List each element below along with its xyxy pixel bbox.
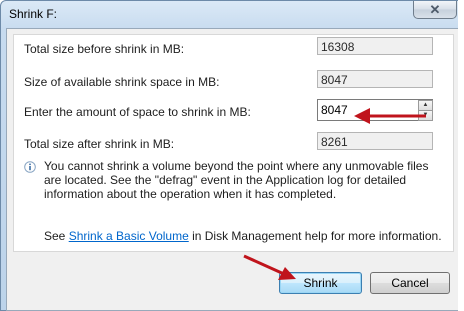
shrink-amount-stepper[interactable]: ▲ ▼ (317, 99, 433, 121)
available-space-value: 8047 (317, 70, 433, 88)
help-prefix: See (44, 229, 69, 243)
total-before-label: Total size before shrink in MB: (24, 42, 185, 56)
total-after-label: Total size after shrink in MB: (24, 137, 175, 151)
help-suffix: in Disk Management help for more informa… (188, 229, 442, 243)
close-button[interactable]: ✕ (413, 1, 457, 19)
help-reference: See Shrink a Basic Volume in Disk Manage… (44, 229, 442, 243)
shrink-info-message: You cannot shrink a volume beyond the po… (44, 159, 429, 201)
shrink-amount-label: Enter the amount of space to shrink in M… (24, 105, 251, 119)
total-before-value: 16308 (317, 37, 433, 55)
shrink-dialog: Shrink F: ✕ Total size before shrink in … (0, 0, 464, 311)
shrink-settings-panel: Total size before shrink in MB: 16308 Si… (13, 34, 454, 252)
screen-edge (458, 0, 464, 311)
stepper-down-button[interactable]: ▼ (418, 110, 433, 121)
dialog-title: Shrink F: (9, 7, 58, 21)
info-icon (24, 161, 36, 173)
shrink-amount-input[interactable] (321, 103, 411, 117)
close-icon: ✕ (429, 1, 441, 17)
stepper-buttons: ▲ ▼ (418, 100, 433, 121)
shrink-button-label: Shrink (303, 276, 338, 290)
cancel-button[interactable]: Cancel (370, 272, 450, 294)
dialog-body: Total size before shrink in MB: 16308 Si… (6, 28, 459, 311)
total-after-value: 8261 (317, 132, 433, 150)
cancel-button-label: Cancel (391, 276, 429, 290)
available-space-label: Size of available shrink space in MB: (24, 75, 220, 89)
help-link[interactable]: Shrink a Basic Volume (69, 229, 189, 243)
title-bar: Shrink F: ✕ (1, 1, 463, 27)
shrink-button[interactable]: Shrink (279, 272, 362, 294)
